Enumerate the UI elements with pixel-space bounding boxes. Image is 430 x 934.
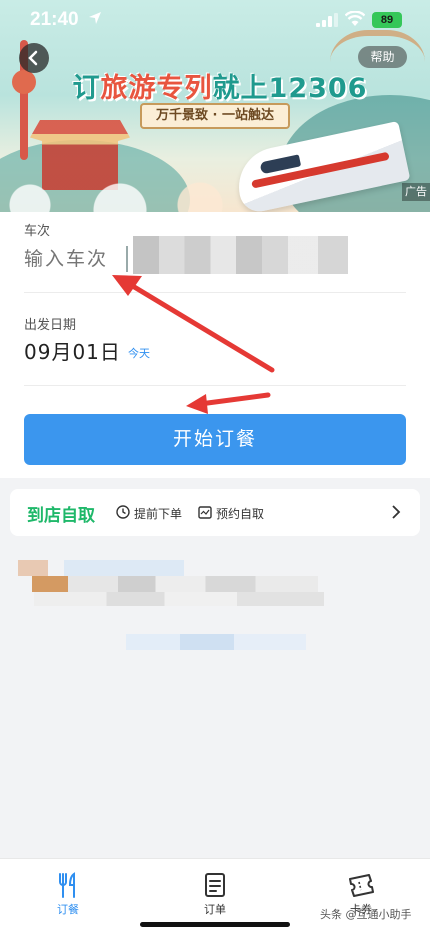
pickup-feature-reserve: 预约自取 — [216, 507, 265, 521]
banner-title: 订旅游专列就上12306 — [72, 73, 368, 104]
divider — [24, 292, 406, 293]
status-time: 21:40 — [30, 9, 79, 30]
text-cursor — [126, 246, 128, 272]
help-button[interactable]: 帮助 — [358, 46, 407, 68]
location-arrow-icon — [89, 12, 101, 24]
tab-order-food[interactable]: 订餐 — [38, 871, 98, 917]
cellular-signal-icon — [316, 13, 338, 27]
banner-subtitle: 万千景致 · 一站触达 — [140, 103, 290, 129]
departure-date-label: 出发日期 — [24, 318, 77, 333]
battery-icon: 89 — [372, 12, 402, 28]
ad-badge: 广告 — [402, 183, 430, 201]
ticket-icon — [349, 874, 374, 897]
order-list-icon — [205, 873, 225, 897]
train-number-label: 车次 — [24, 224, 51, 239]
wifi-icon — [345, 11, 365, 26]
redacted-block — [133, 236, 348, 274]
fork-knife-icon — [59, 872, 75, 898]
tab-orders[interactable]: 订单 — [185, 871, 245, 917]
store-pickup-card[interactable]: 到店自取 提前下单 预约自取 — [10, 489, 420, 536]
clock-icon — [116, 505, 130, 519]
chevron-right-icon — [392, 505, 401, 519]
pickup-feature-preorder: 提前下单 — [134, 507, 183, 521]
start-ordering-button[interactable]: 开始订餐 — [24, 414, 406, 465]
pickup-title: 到店自取 — [27, 506, 95, 526]
watermark: 头条 @互通小助手 — [320, 908, 412, 921]
divider — [24, 385, 406, 386]
home-indicator[interactable] — [140, 922, 290, 927]
tab-label: 订餐 — [57, 903, 79, 916]
redacted-content — [18, 558, 328, 658]
back-button[interactable] — [19, 43, 49, 73]
today-tag: 今天 — [128, 347, 150, 360]
chevron-left-icon — [28, 50, 38, 66]
departure-date-value[interactable]: 09月01日 — [24, 336, 121, 365]
tab-label: 订单 — [204, 903, 226, 916]
calendar-icon — [198, 506, 212, 519]
status-bar: 21:40 89 — [0, 0, 430, 40]
